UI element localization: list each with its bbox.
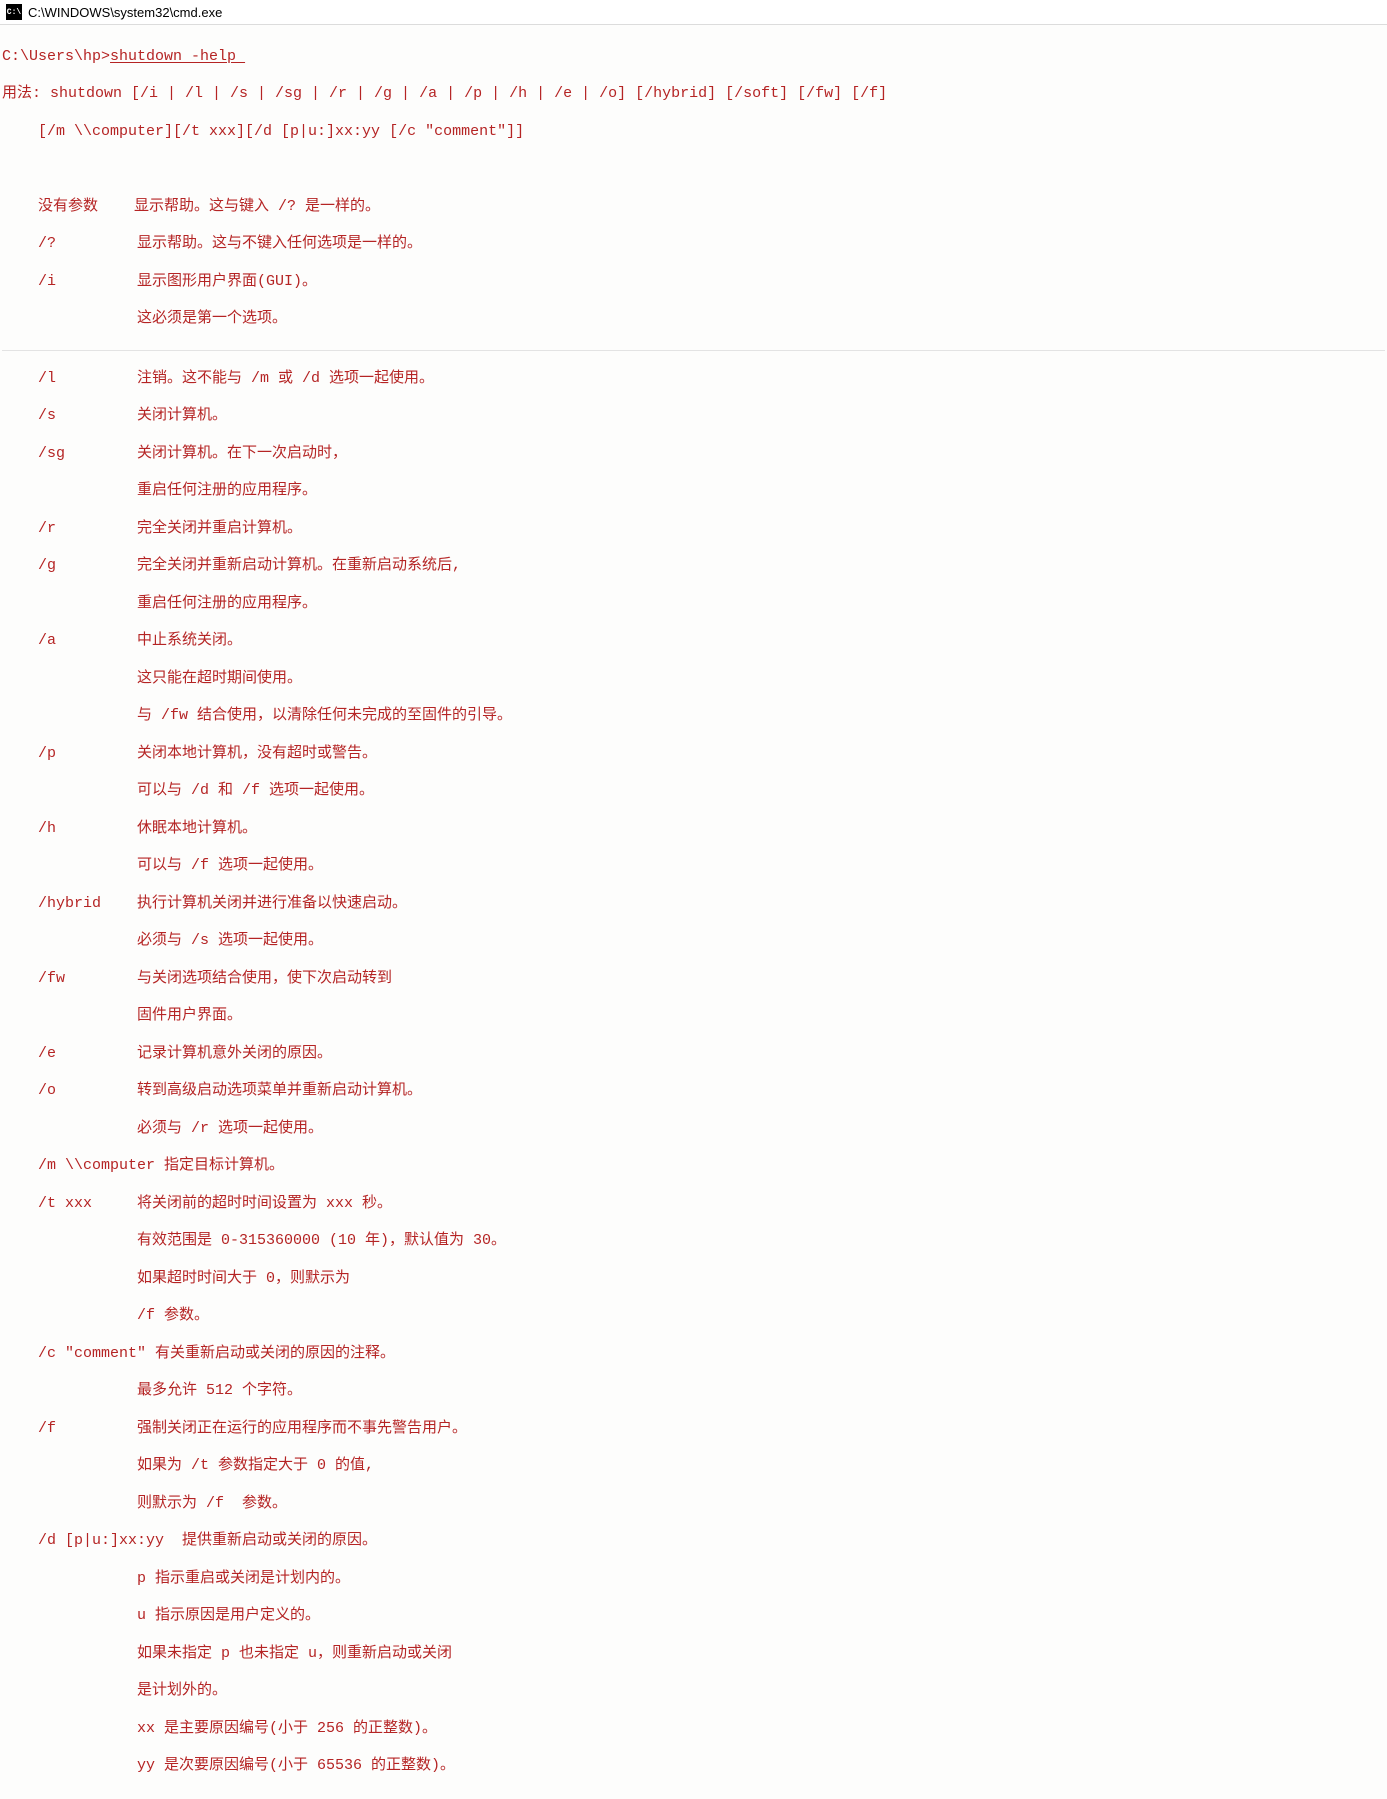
- opt-d-6: xx 是主要原因编号(小于 256 的正整数)。: [2, 1720, 1385, 1739]
- opt-f-2: 如果为 /t 参数指定大于 0 的值,: [2, 1457, 1385, 1476]
- opt-o-2: 必须与 /r 选项一起使用。: [2, 1120, 1385, 1139]
- opt-s: /s 关闭计算机。: [2, 407, 1385, 426]
- opt-l: /l 注销。这不能与 /m 或 /d 选项一起使用。: [2, 370, 1385, 389]
- prompt-line: C:\Users\hp>shutdown -help: [2, 48, 1385, 67]
- opt-t-1: /t xxx 将关闭前的超时时间设置为 xxx 秒。: [2, 1195, 1385, 1214]
- usage-line-1: 用法: shutdown [/i | /l | /s | /sg | /r | …: [2, 85, 1385, 104]
- separator: [2, 350, 1385, 351]
- opt-f-3: 则默示为 /f 参数。: [2, 1495, 1385, 1514]
- opt-g-1: /g 完全关闭并重新启动计算机。在重新启动系统后,: [2, 557, 1385, 576]
- prompt-path: C:\Users\hp>: [2, 48, 110, 65]
- opt-p-1: /p 关闭本地计算机，没有超时或警告。: [2, 745, 1385, 764]
- blank-line: [2, 160, 1385, 179]
- opt-t-2: 有效范围是 0-315360000 (10 年)，默认值为 30。: [2, 1232, 1385, 1251]
- opt-t-4: /f 参数。: [2, 1307, 1385, 1326]
- opt-c-1: /c "comment" 有关重新启动或关闭的原因的注释。: [2, 1345, 1385, 1364]
- opt-m: /m \\computer 指定目标计算机。: [2, 1157, 1385, 1176]
- opt-d-1: /d [p|u:]xx:yy 提供重新启动或关闭的原因。: [2, 1532, 1385, 1551]
- opt-a-1: /a 中止系统关闭。: [2, 632, 1385, 651]
- opt-e: /e 记录计算机意外关闭的原因。: [2, 1045, 1385, 1064]
- opt-t-3: 如果超时时间大于 0，则默示为: [2, 1270, 1385, 1289]
- terminal-output[interactable]: C:\Users\hp>shutdown -help 用法: shutdown …: [0, 25, 1387, 1799]
- opt-g-2: 重启任何注册的应用程序。: [2, 595, 1385, 614]
- opt-d-7: yy 是次要原因编号(小于 65536 的正整数)。: [2, 1757, 1385, 1776]
- opt-noarg: 没有参数 显示帮助。这与键入 /? 是一样的。: [2, 198, 1385, 217]
- opt-qmark: /? 显示帮助。这与不键入任何选项是一样的。: [2, 235, 1385, 254]
- usage-line-2: [/m \\computer][/t xxx][/d [p|u:]xx:yy […: [2, 123, 1385, 142]
- opt-d-5: 是计划外的。: [2, 1682, 1385, 1701]
- opt-hybrid-2: 必须与 /s 选项一起使用。: [2, 932, 1385, 951]
- opt-sg-2: 重启任何注册的应用程序。: [2, 482, 1385, 501]
- opt-a-3: 与 /fw 结合使用，以清除任何未完成的至固件的引导。: [2, 707, 1385, 726]
- opt-fw-1: /fw 与关闭选项结合使用，使下次启动转到: [2, 970, 1385, 989]
- opt-f-1: /f 强制关闭正在运行的应用程序而不事先警告用户。: [2, 1420, 1385, 1439]
- opt-d-2: p 指示重启或关闭是计划内的。: [2, 1570, 1385, 1589]
- opt-c-2: 最多允许 512 个字符。: [2, 1382, 1385, 1401]
- opt-fw-2: 固件用户界面。: [2, 1007, 1385, 1026]
- opt-h-2: 可以与 /f 选项一起使用。: [2, 857, 1385, 876]
- opt-p-2: 可以与 /d 和 /f 选项一起使用。: [2, 782, 1385, 801]
- opt-a-2: 这只能在超时期间使用。: [2, 670, 1385, 689]
- opt-d-3: u 指示原因是用户定义的。: [2, 1607, 1385, 1626]
- opt-h-1: /h 休眠本地计算机。: [2, 820, 1385, 839]
- opt-d-4: 如果未指定 p 也未指定 u，则重新启动或关闭: [2, 1645, 1385, 1664]
- window-titlebar: C:\ C:\WINDOWS\system32\cmd.exe: [0, 0, 1387, 25]
- opt-sg-1: /sg 关闭计算机。在下一次启动时，: [2, 445, 1385, 464]
- cmd-icon: C:\: [6, 4, 22, 20]
- opt-i-1: /i 显示图形用户界面(GUI)。: [2, 273, 1385, 292]
- opt-o-1: /o 转到高级启动选项菜单并重新启动计算机。: [2, 1082, 1385, 1101]
- opt-hybrid-1: /hybrid 执行计算机关闭并进行准备以快速启动。: [2, 895, 1385, 914]
- window-title: C:\WINDOWS\system32\cmd.exe: [28, 5, 222, 20]
- entered-command: shutdown -help: [110, 48, 245, 65]
- opt-r: /r 完全关闭并重启计算机。: [2, 520, 1385, 539]
- opt-i-2: 这必须是第一个选项。: [2, 310, 1385, 329]
